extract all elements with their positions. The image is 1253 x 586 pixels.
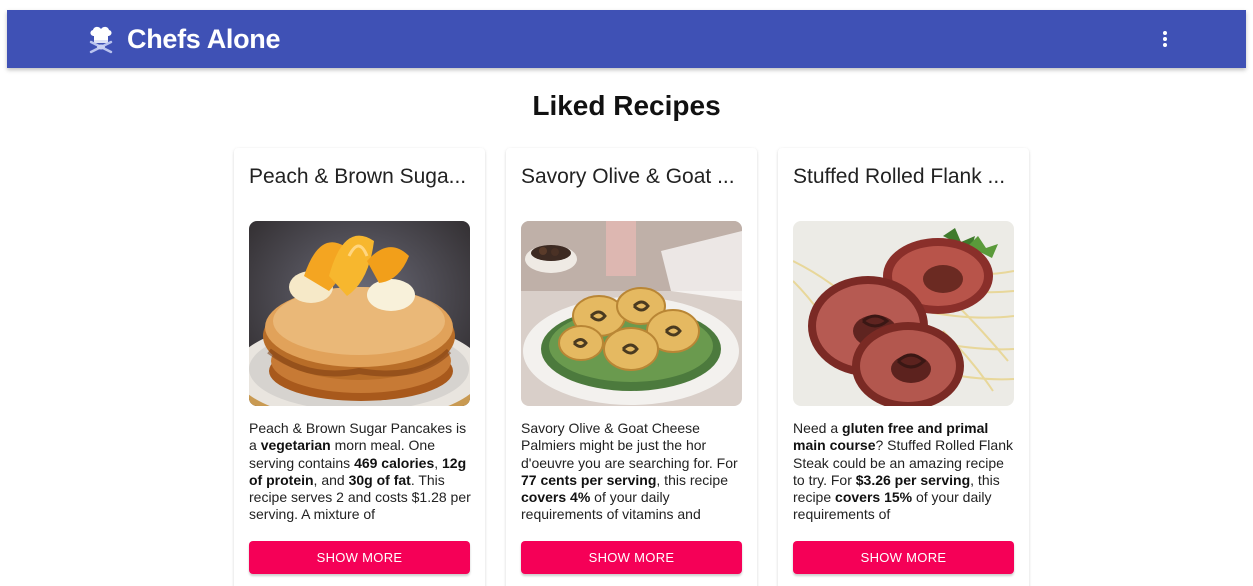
summary-highlight: 469 calories: [354, 454, 435, 471]
page: Chefs Alone Liked Recipes Peach & Brown …: [0, 0, 1253, 586]
recipe-image[interactable]: [521, 221, 742, 406]
recipe-image[interactable]: [249, 221, 470, 406]
show-more-button[interactable]: SHOW MORE: [793, 541, 1014, 574]
summary-highlight: covers 4%: [521, 489, 591, 506]
brand[interactable]: Chefs Alone: [85, 10, 281, 68]
summary-text: ,: [434, 454, 443, 471]
summary-text: Need a: [793, 420, 843, 436]
recipe-title: Stuffed Rolled Flank ...: [793, 165, 1006, 188]
more-menu-button[interactable]: [1150, 24, 1180, 54]
recipe-card-list: Peach & Brown Suga... Peach & Brown Suga…: [234, 148, 1029, 586]
recipe-card: Savory Olive & Goat ... Savory Olive & G…: [506, 148, 757, 586]
recipe-title: Savory Olive & Goat ...: [521, 165, 735, 188]
chef-hat-icon: [85, 23, 117, 55]
recipe-card: Peach & Brown Suga... Peach & Brown Suga…: [234, 148, 485, 586]
summary-highlight: 77 cents per serving: [521, 471, 657, 488]
summary-highlight: 30g of fat: [348, 471, 411, 488]
more-vert-icon: [1162, 30, 1168, 48]
show-more-button[interactable]: SHOW MORE: [249, 541, 470, 574]
app-bar: Chefs Alone: [7, 10, 1246, 68]
page-title: Liked Recipes: [532, 90, 721, 121]
summary-text: , and: [313, 471, 349, 488]
recipe-summary: Peach & Brown Sugar Pancakes is a vegeta…: [249, 420, 471, 526]
summary-text: Savory Olive & Goat Cheese Palmiers migh…: [521, 420, 738, 471]
show-more-button[interactable]: SHOW MORE: [521, 541, 742, 574]
summary-text: , this recipe: [656, 471, 728, 488]
app-title: Chefs Alone: [127, 23, 281, 54]
summary-highlight: $3.26 per serving: [855, 471, 971, 488]
recipe-summary: Need a gluten free and primal main cours…: [793, 420, 1015, 526]
recipe-card: Stuffed Rolled Flank ... Need a gluten f…: [778, 148, 1029, 586]
summary-highlight: covers 15%: [835, 489, 913, 506]
summary-highlight: vegetarian: [260, 437, 331, 454]
recipe-summary: Savory Olive & Goat Cheese Palmiers migh…: [521, 420, 743, 526]
recipe-title: Peach & Brown Suga...: [249, 165, 467, 188]
recipe-image[interactable]: [793, 221, 1014, 406]
